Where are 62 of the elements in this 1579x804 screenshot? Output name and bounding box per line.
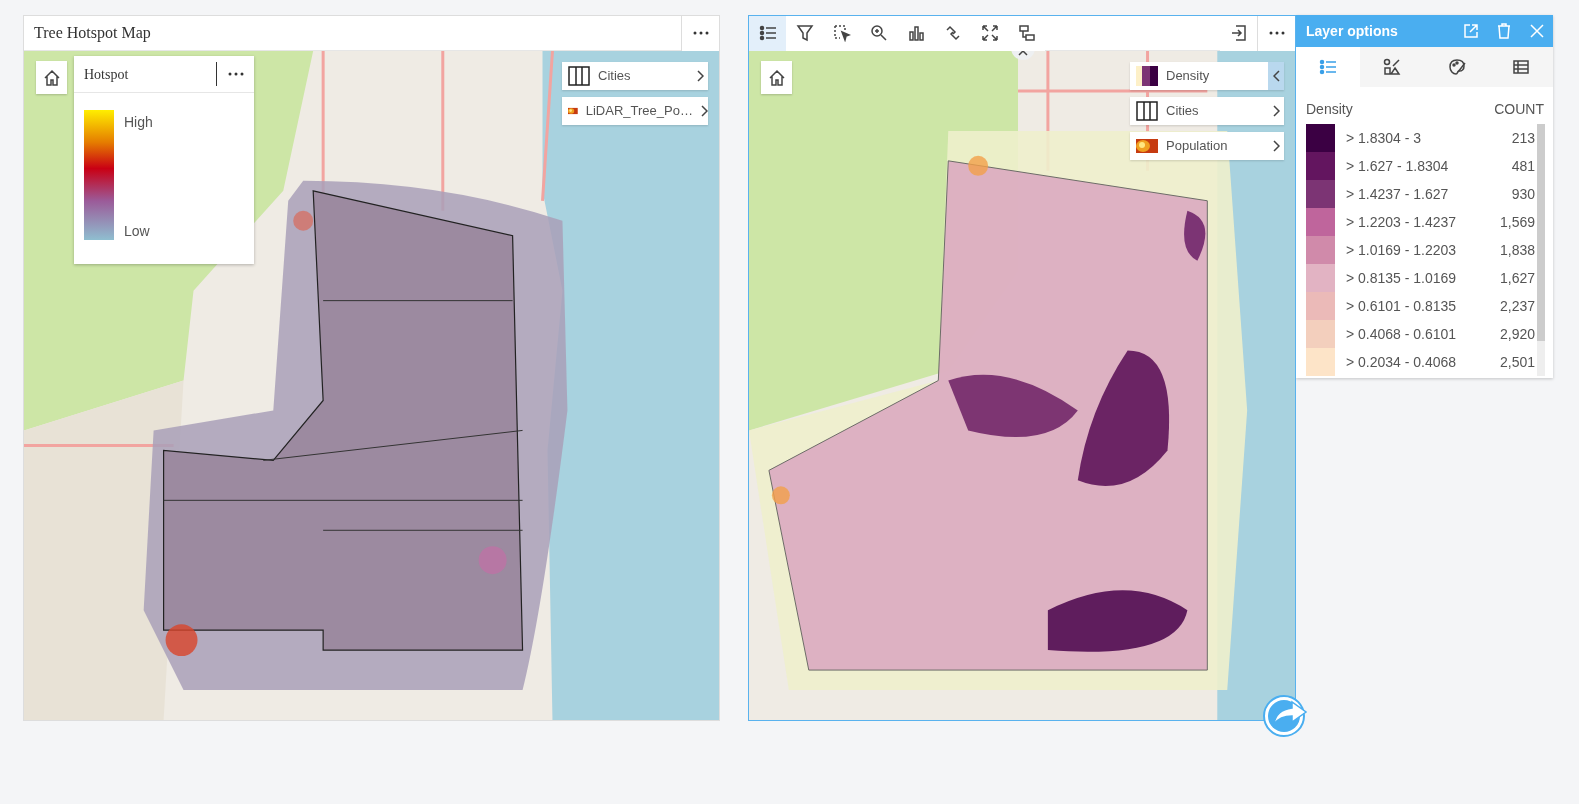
close-icon [1528,23,1545,39]
count-value: 1,627 [1498,268,1536,288]
list-icon [758,24,777,42]
home-button[interactable] [761,61,792,94]
trash-icon [1495,23,1512,39]
layer-chip[interactable]: Cities [1130,97,1284,125]
panel-tab[interactable] [1360,47,1425,87]
count-value: 2,237 [1498,296,1536,316]
range-label: > 0.8135 - 1.0169 [1345,268,1458,288]
grid-swatch-icon [568,66,590,86]
column-heading: COUNT [1494,100,1544,119]
layer-chip[interactable]: LiDAR_Tree_Po… [562,97,708,125]
density-swatch-icon [1136,66,1158,86]
range-label: > 0.4068 - 0.6101 [1345,324,1458,344]
layer-chip[interactable]: Cities [562,62,708,90]
heat-swatch-icon [1136,139,1158,153]
chevron-icon [700,105,708,117]
bar-chart-icon [906,24,925,42]
more-icon [692,31,709,35]
panel-tab[interactable] [1488,47,1553,87]
count-value: 1,569 [1498,212,1536,232]
panel-title: Layer options [1306,21,1399,41]
range-label: > 1.2203 - 1.4237 [1345,212,1458,232]
count-value: 2,920 [1498,324,1536,344]
ramp-label: High [124,113,153,132]
more-icon [227,72,244,76]
toolbar-button[interactable] [749,15,786,51]
range-label: > 1.4237 - 1.627 [1345,184,1450,204]
list-icon [1319,58,1338,76]
table-icon [1511,58,1530,76]
count-value: 481 [1510,156,1536,176]
count-value: 2,501 [1498,352,1536,372]
field-label: Density [1306,100,1353,119]
count-value: 213 [1510,128,1536,148]
palette-icon [1447,58,1466,76]
ramp-label: Low [124,222,151,241]
card-title: Tree Hotspot Map [33,23,151,44]
range-label: > 1.0169 - 1.2203 [1345,240,1458,260]
home-icon [767,68,786,87]
zoom-in-icon [869,24,888,42]
range-label: > 0.2034 - 0.4068 [1345,352,1458,372]
range-label: > 0.6101 - 0.8135 [1345,296,1458,316]
layer-chip[interactable]: Population [1130,132,1284,160]
home-button[interactable] [36,61,67,94]
home-icon [42,68,61,87]
grid-swatch-icon [1136,101,1158,121]
chevron-icon [696,70,704,82]
filter-icon [795,24,814,42]
count-value: 930 [1510,184,1536,204]
selection-icon [832,24,851,42]
range-label: > 1.8304 - 3 [1345,128,1423,148]
count-value: 1,838 [1498,240,1536,260]
shapes-icon [1383,58,1402,76]
caret-icon [1018,51,1028,56]
more-icon [1268,31,1285,35]
legend-title: Hotspot [84,65,129,84]
range-label: > 1.627 - 1.8304 [1345,156,1450,176]
layer-chip[interactable]: Density [1130,62,1284,90]
fullscreen-icon [980,24,999,42]
export-icon [1229,24,1248,42]
swap-icon [1017,24,1036,42]
external-link-icon [1462,23,1479,39]
